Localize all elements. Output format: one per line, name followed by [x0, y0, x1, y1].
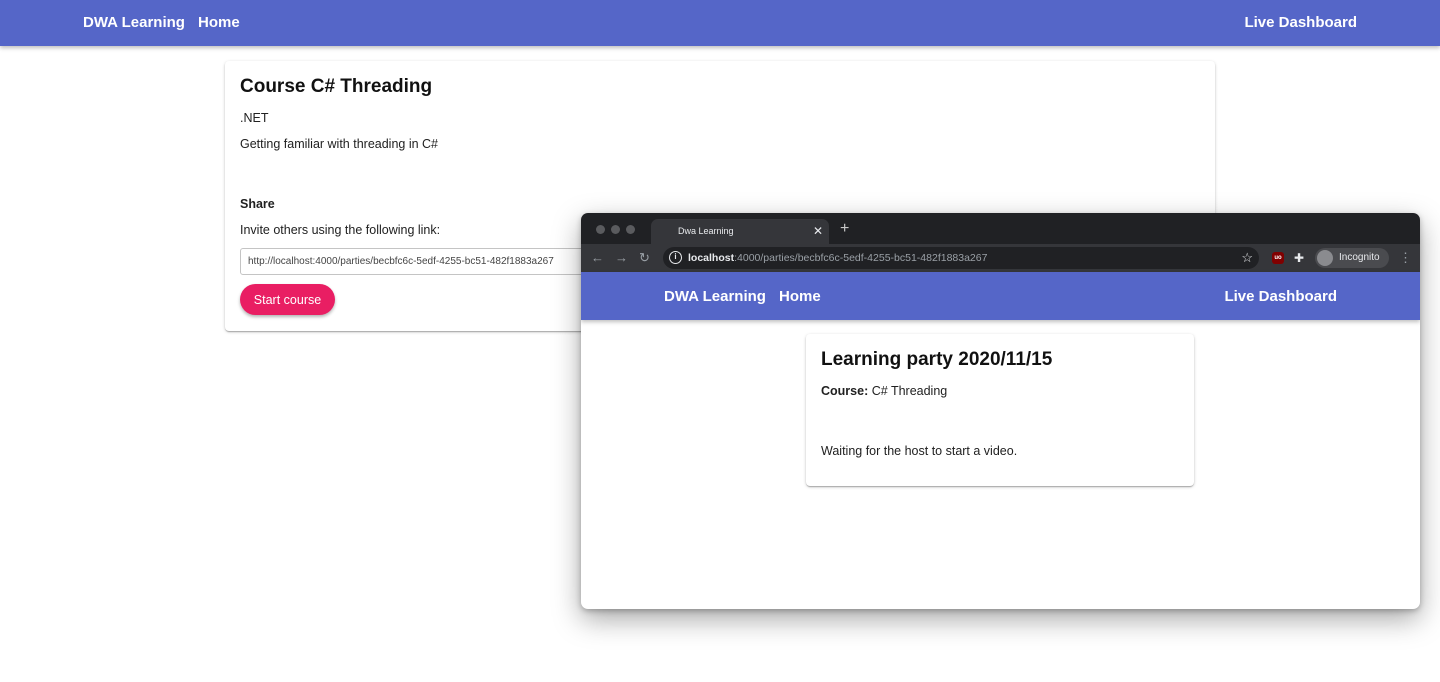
- tab-strip: Dwa Learning ✕ +: [581, 213, 1420, 244]
- new-tab-icon[interactable]: +: [840, 219, 849, 239]
- brand-link[interactable]: DWA Learning: [83, 14, 185, 31]
- tab-close-icon[interactable]: ✕: [813, 223, 823, 239]
- incognito-badge[interactable]: Incognito: [1315, 248, 1389, 268]
- nav-live-dashboard-link[interactable]: Live Dashboard: [1244, 14, 1357, 31]
- window-minimize-icon[interactable]: [611, 225, 620, 234]
- party-course-value: C# Threading: [871, 384, 948, 398]
- waiting-message: Waiting for the host to start a video.: [821, 444, 1018, 458]
- course-title: Course C# Threading: [240, 76, 433, 97]
- address-url: localhost:4000/parties/becbfc6c-5edf-425…: [688, 252, 988, 264]
- back-arrow-icon[interactable]: ←: [591, 249, 604, 267]
- incognito-browser-window: Dwa Learning ✕ + ← → ↻ i localhost:4000/…: [581, 213, 1420, 609]
- party-course: Course: C# Threading: [821, 384, 947, 398]
- browser-toolbar: ← → ↻ i localhost:4000/parties/becbfc6c-…: [581, 244, 1420, 272]
- info-icon[interactable]: i: [669, 251, 682, 264]
- window-maximize-icon[interactable]: [626, 225, 635, 234]
- start-course-button[interactable]: Start course: [240, 284, 335, 315]
- browser-tab[interactable]: Dwa Learning ✕: [651, 219, 829, 244]
- tab-title: Dwa Learning: [678, 226, 734, 236]
- app-bar: DWA Learning Home Live Dashboard: [0, 0, 1440, 46]
- menu-dots-icon[interactable]: ⋮: [1399, 249, 1412, 267]
- reload-icon[interactable]: ↻: [639, 249, 650, 267]
- extension-ublock-icon[interactable]: uo: [1272, 252, 1284, 264]
- window-close-icon[interactable]: [596, 225, 605, 234]
- invite-text: Invite others using the following link:: [240, 223, 441, 237]
- party-card: Learning party 2020/11/15 Course: C# Thr…: [806, 334, 1194, 486]
- inner-brand-link[interactable]: DWA Learning: [664, 288, 766, 305]
- course-category: .NET: [240, 111, 269, 125]
- bookmark-star-icon[interactable]: ☆: [1241, 249, 1253, 267]
- forward-arrow-icon[interactable]: →: [615, 249, 628, 267]
- inner-app-bar: DWA Learning Home Live Dashboard: [581, 272, 1420, 320]
- address-bar[interactable]: i localhost:4000/parties/becbfc6c-5edf-4…: [663, 247, 1259, 269]
- incognito-avatar-icon: [1317, 250, 1333, 266]
- share-heading: Share: [240, 197, 275, 211]
- incognito-label: Incognito: [1339, 252, 1380, 263]
- extensions-puzzle-icon[interactable]: ✚: [1294, 249, 1304, 267]
- nav-home-link[interactable]: Home: [198, 14, 240, 31]
- party-title: Learning party 2020/11/15: [821, 349, 1053, 370]
- course-description: Getting familiar with threading in C#: [240, 137, 439, 151]
- inner-nav-live-dashboard-link[interactable]: Live Dashboard: [1224, 288, 1337, 305]
- inner-nav-home-link[interactable]: Home: [779, 288, 821, 305]
- party-course-label: Course:: [821, 384, 869, 398]
